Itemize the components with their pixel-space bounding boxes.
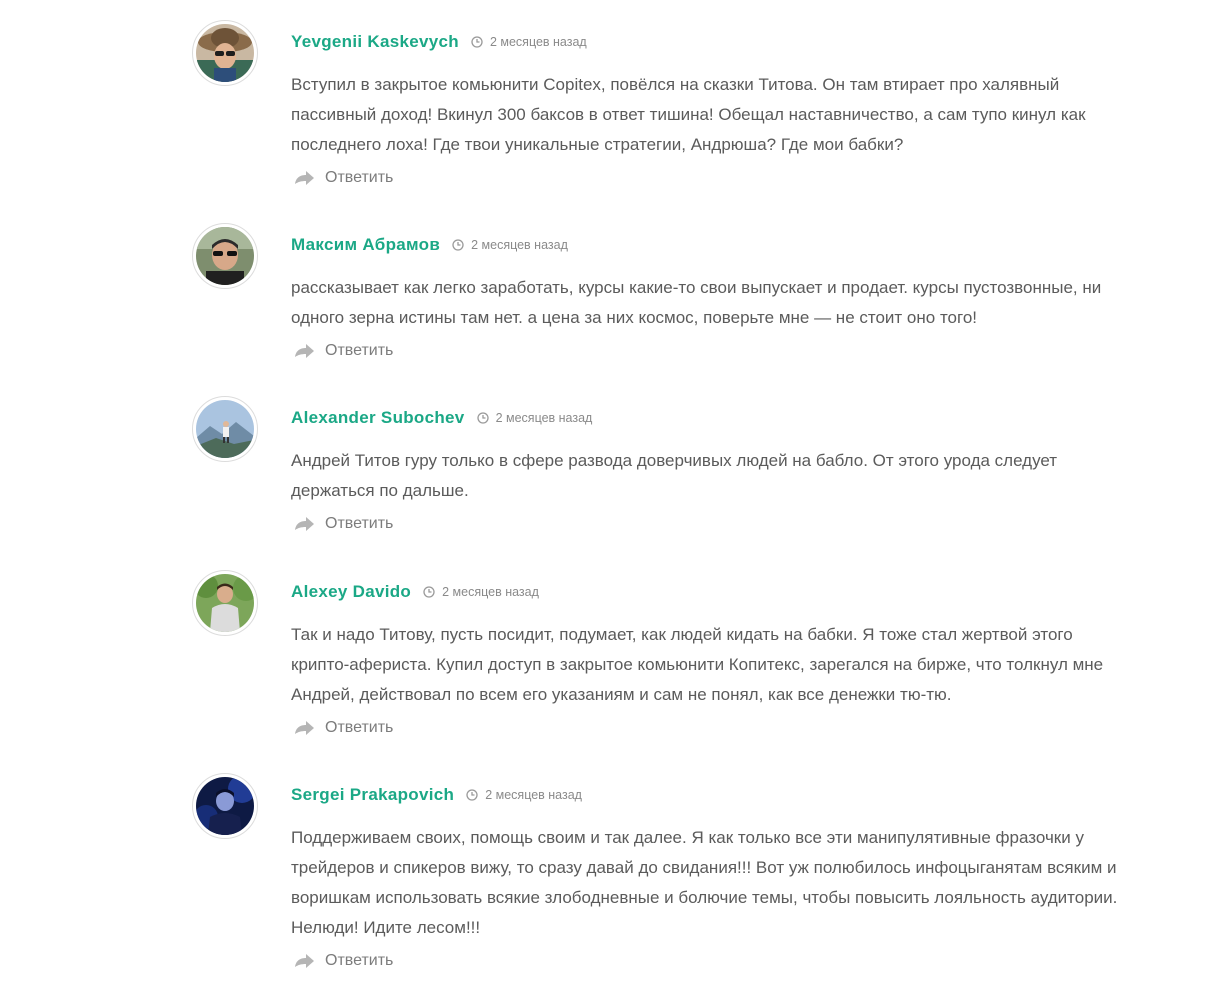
reply-arrow-icon: [295, 517, 314, 531]
comment-meta: Yevgenii Kaskevych 2 месяцев назад: [291, 30, 1132, 54]
avatar-image: [196, 227, 254, 285]
comment-date-text: 2 месяцев назад: [485, 788, 582, 802]
reply-label: Ответить: [325, 342, 394, 359]
clock-icon: [466, 789, 478, 801]
avatar-image: [196, 574, 254, 632]
comment-text: Так и надо Титову, пусть посидит, подума…: [291, 625, 1104, 704]
reply-arrow-icon: [295, 954, 314, 968]
comment-body: Alexey Davido 2 месяцев назад Так и надо…: [291, 570, 1132, 742]
comment-meta: Sergei Prakapovich 2 месяцев назад: [291, 783, 1132, 807]
avatar-image: [196, 400, 254, 458]
comment-text: Вступил в закрытое комьюнити Copitex, по…: [291, 75, 1086, 154]
comment-date-text: 2 месяцев назад: [471, 238, 568, 252]
clock-icon: [476, 412, 489, 424]
avatar[interactable]: [192, 223, 258, 289]
comment-body: Alexander Subochev 2 месяцев назад Андре…: [291, 396, 1132, 538]
reply-button[interactable]: Ответить: [291, 515, 393, 533]
comment-text: Поддерживаем своих, помощь своим и так д…: [291, 828, 1118, 937]
reply-button[interactable]: Ответить: [291, 719, 393, 737]
reply-button[interactable]: Ответить: [291, 952, 393, 970]
avatar-image: [196, 777, 254, 835]
reply-label: Ответить: [325, 515, 394, 532]
clock-icon: [423, 586, 435, 598]
author-name[interactable]: Yevgenii Kaskevych: [291, 32, 459, 52]
avatar[interactable]: [192, 570, 258, 636]
comment-date[interactable]: 2 месяцев назад: [476, 411, 593, 425]
reply-arrow-icon: [295, 344, 314, 358]
author-name[interactable]: Alexey Davido: [291, 582, 411, 602]
comment-body: Sergei Prakapovich 2 месяцев назад Подде…: [291, 773, 1132, 975]
comment-date[interactable]: 2 месяцев назад: [452, 238, 568, 252]
comment-date[interactable]: 2 месяцев назад: [471, 35, 587, 49]
comment-meta: Alexander Subochev 2 месяцев назад: [291, 406, 1132, 430]
reply-label: Ответить: [325, 719, 394, 736]
avatar-image: [196, 24, 254, 82]
avatar[interactable]: [192, 773, 258, 839]
comment-date-text: 2 месяцев назад: [442, 585, 539, 599]
comment-date[interactable]: 2 месяцев назад: [423, 585, 539, 599]
comment-text: Андрей Титов гуру только в сфере развода…: [291, 451, 1058, 500]
author-name[interactable]: Alexander Subochev: [291, 408, 465, 428]
reply-button[interactable]: Ответить: [291, 169, 393, 187]
comment-date-text: 2 месяцев назад: [495, 411, 593, 425]
comment-meta: Alexey Davido 2 месяцев назад: [291, 580, 1132, 604]
reply-arrow-icon: [295, 721, 314, 735]
author-name[interactable]: Максим Абрамов: [291, 235, 440, 255]
reply-button[interactable]: Ответить: [291, 342, 393, 360]
author-name[interactable]: Sergei Prakapovich: [291, 785, 454, 805]
reply-arrow-icon: [295, 171, 314, 185]
comment-date-text: 2 месяцев назад: [489, 35, 587, 49]
comment-body: Yevgenii Kaskevych 2 месяцев назад Вступ…: [291, 20, 1132, 192]
reply-label: Ответить: [325, 952, 394, 969]
clock-icon: [471, 36, 483, 48]
avatar[interactable]: [192, 396, 258, 462]
clock-icon: [452, 239, 464, 251]
comment-text: рассказывает как легко заработать, курсы…: [291, 278, 1102, 327]
comment-meta: Максим Абрамов 2 месяцев назад: [291, 233, 1132, 257]
comment-body: Максим Абрамов 2 месяцев назад рассказыв…: [291, 223, 1132, 365]
comment-date[interactable]: 2 месяцев назад: [466, 788, 582, 802]
avatar[interactable]: [192, 20, 258, 86]
reply-label: Ответить: [325, 169, 394, 186]
